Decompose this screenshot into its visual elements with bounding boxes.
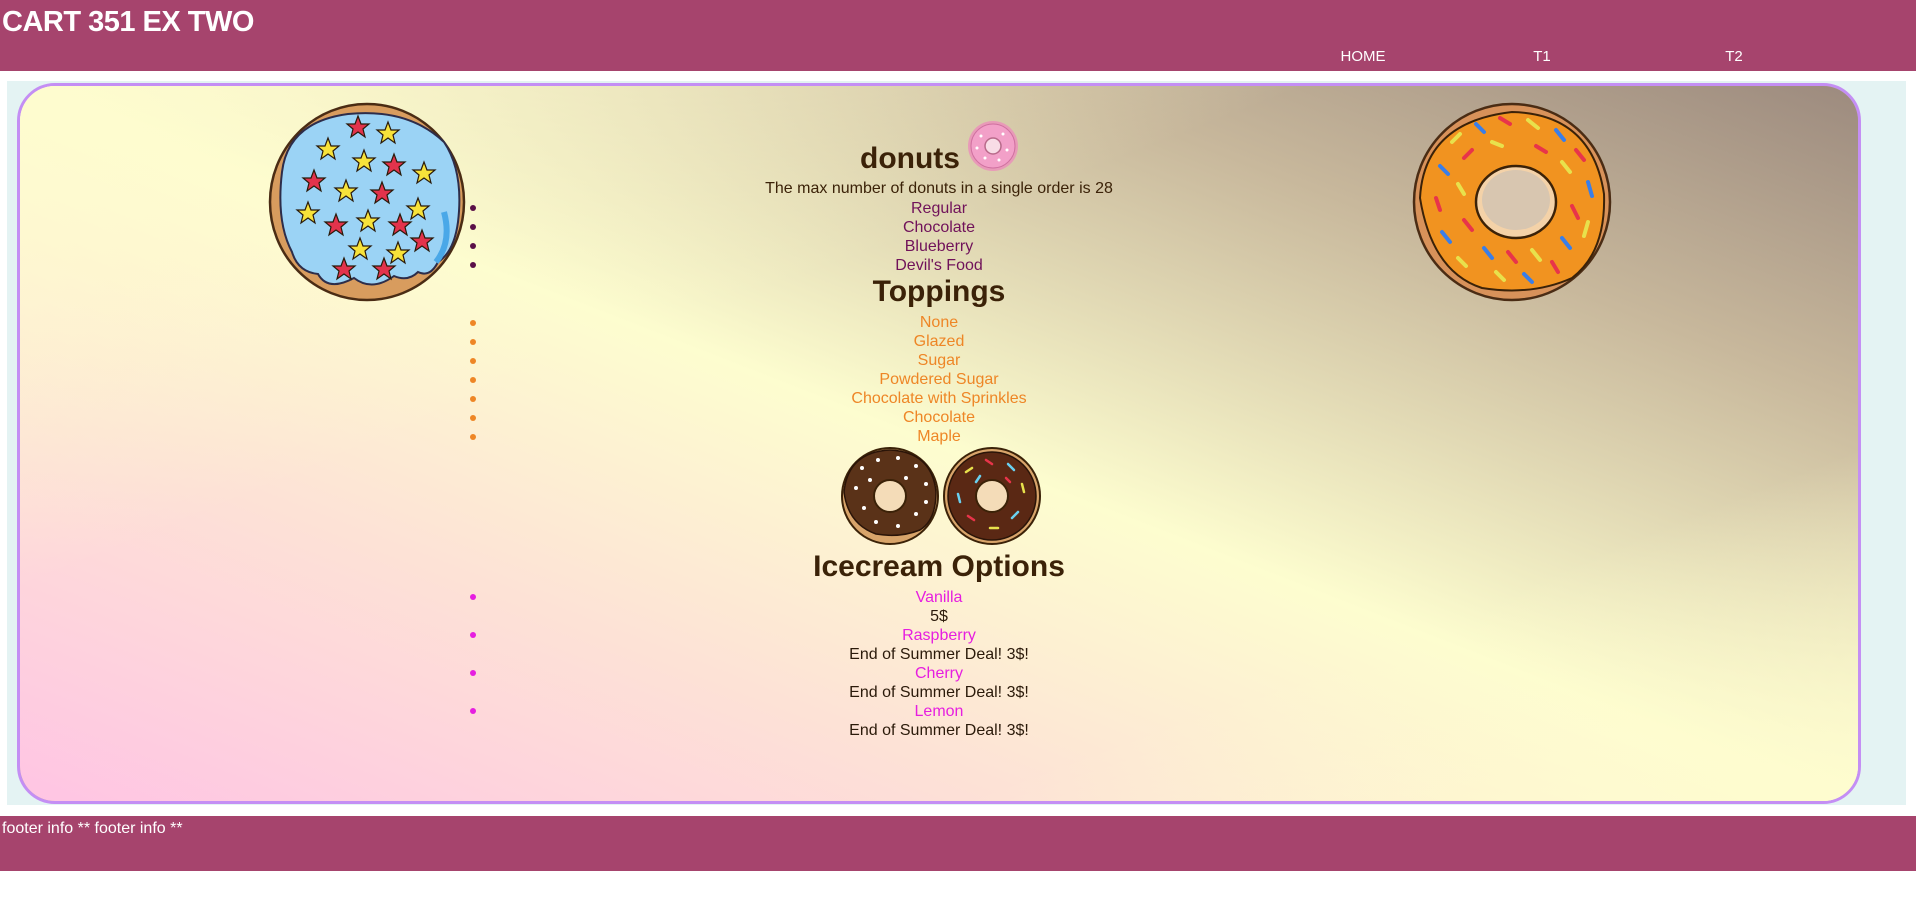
topping-item: None (919, 314, 959, 331)
icecream-item-name: Raspberry (902, 627, 976, 644)
max-order-text: The max number of donuts in a single ord… (765, 180, 1113, 197)
topping-item: Glazed (913, 333, 965, 350)
flavor-item: Regular (910, 200, 968, 217)
footer-text: footer info ** footer info ** (2, 820, 183, 837)
icecream-item-price: End of Summer Deal! 3$! (849, 722, 1029, 739)
icecream-heading: Icecream Options (813, 550, 1065, 583)
icecream-item-name: Vanilla (915, 589, 963, 606)
icecream-item-name: Cherry (914, 665, 963, 682)
icecream-item-price: 5$ (930, 608, 948, 625)
topping-item: Maple (917, 428, 961, 445)
icecream-item-name: Lemon (914, 703, 964, 720)
donuts-heading: donuts (860, 142, 960, 175)
chocolate-dot-donut-icon (841, 447, 939, 545)
topping-item: Powdered Sugar (879, 371, 999, 388)
topping-item: Chocolate with Sprinkles (851, 390, 1027, 407)
pink-donut-icon (968, 121, 1018, 171)
icecream-item-price: End of Summer Deal! 3$! (849, 646, 1029, 663)
topping-item: Chocolate (902, 409, 976, 426)
chocolate-sprinkle-donut-icon (943, 447, 1041, 545)
flavor-item: Blueberry (904, 238, 974, 255)
topping-item: Sugar (917, 352, 961, 369)
icecream-item-price: End of Summer Deal! 3$! (849, 684, 1029, 701)
toppings-heading: Toppings (872, 275, 1006, 308)
site-footer: footer info ** footer info ** (0, 816, 1916, 871)
flavor-item: Devil's Food (895, 257, 983, 274)
flavor-item: Chocolate (902, 219, 976, 236)
